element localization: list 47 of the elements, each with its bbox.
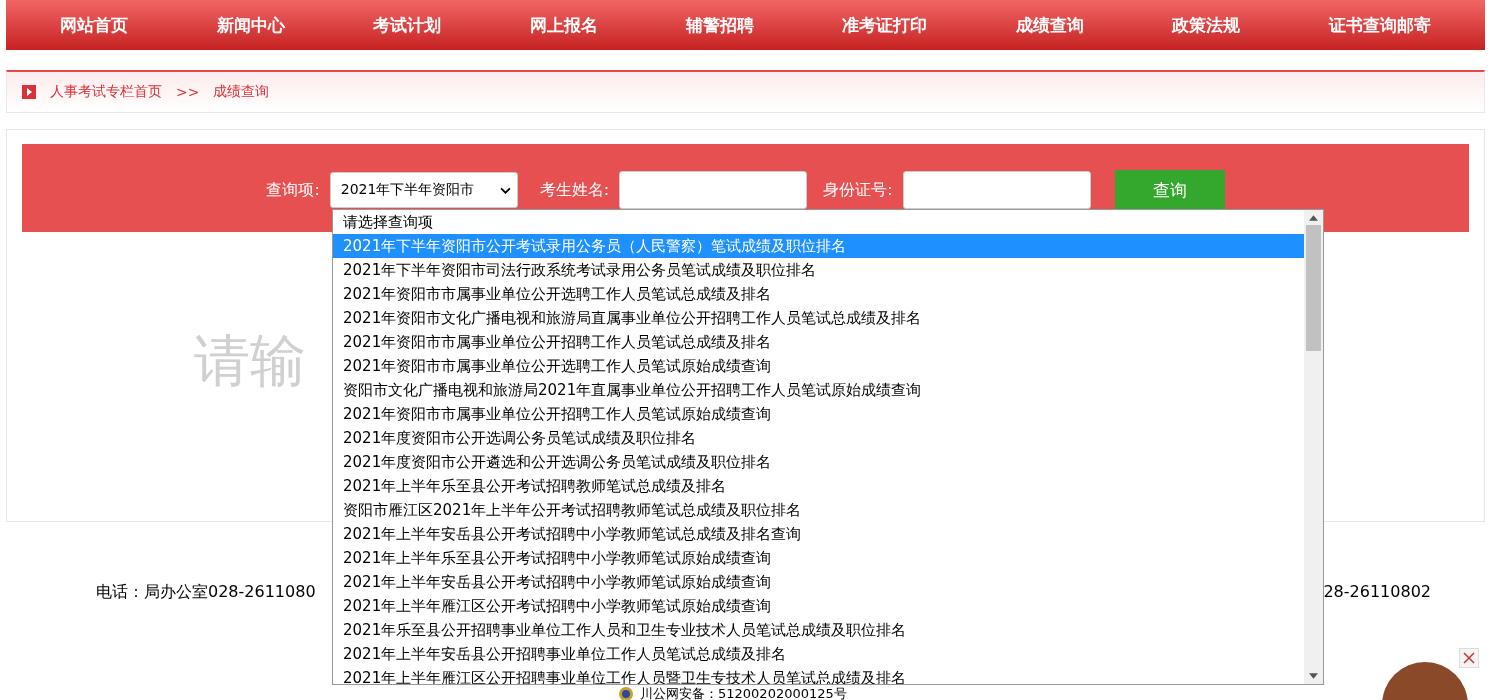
dropdown-option[interactable]: 资阳市文化广播电视和旅游局2021年直属事业单位公开招聘工作人员笔试原始成绩查询 <box>333 378 1304 402</box>
dropdown-option[interactable]: 请选择查询项 <box>333 210 1304 234</box>
dropdown-option[interactable]: 2021年资阳市市属事业单位公开选聘工作人员笔试总成绩及排名 <box>333 282 1304 306</box>
dropdown-option[interactable]: 2021年资阳市市属事业单位公开选聘工作人员笔试原始成绩查询 <box>333 354 1304 378</box>
nav-link[interactable]: 考试计划 <box>373 13 442 37</box>
dropdown-option[interactable]: 2021年资阳市文化广播电视和旅游局直属事业单位公开招聘工作人员笔试总成绩及排名 <box>333 306 1304 330</box>
nav-link[interactable]: 政策法规 <box>1172 13 1241 37</box>
scroll-down-icon[interactable] <box>1309 673 1318 679</box>
breadcrumb-separator: >> <box>176 84 200 100</box>
dropdown-option[interactable]: 2021年上半年安岳县公开考试招聘中小学教师笔试总成绩及排名查询 <box>333 522 1304 546</box>
nav-link[interactable]: 准考证打印 <box>842 13 928 37</box>
record-text: 川公网安备：51200202000125号 <box>640 687 847 700</box>
dropdown-option[interactable]: 2021年度资阳市公开选调公务员笔试成绩及职位排名 <box>333 426 1304 450</box>
scrollbar[interactable] <box>1304 210 1323 684</box>
close-icon[interactable] <box>1459 648 1479 668</box>
dropdown-option[interactable]: 2021年资阳市市属事业单位公开招聘工作人员笔试原始成绩查询 <box>333 402 1304 426</box>
breadcrumb-link[interactable]: 人事考试专栏首页 <box>50 83 162 101</box>
dropdown-option[interactable]: 2021年上半年乐至县公开考试招聘教师笔试总成绩及排名 <box>333 474 1304 498</box>
nav-link[interactable]: 网上报名 <box>529 13 598 37</box>
dropdown-option[interactable]: 资阳市雁江区2021年上半年公开考试招聘教师笔试总成绩及职位排名 <box>333 498 1304 522</box>
nav-link[interactable]: 证书查询邮寄 <box>1328 13 1431 37</box>
dropdown-option[interactable]: 2021年下半年资阳市司法行政系统考试录用公务员笔试成绩及职位排名 <box>333 258 1304 282</box>
id-input[interactable] <box>902 171 1091 209</box>
field-label: 查询项: <box>266 179 320 201</box>
breadcrumb-link[interactable]: 成绩查询 <box>213 83 270 101</box>
phone-text: 电话：局办公室028-2611080 <box>96 582 316 603</box>
play-icon <box>22 85 36 99</box>
dropdown-option[interactable]: 2021年上半年雁江区公开考试招聘中小学教师笔试原始成绩查询 <box>333 594 1304 618</box>
chevron-down-icon <box>499 186 511 194</box>
nav-link[interactable]: 新闻中心 <box>216 13 285 37</box>
scrollbar-thumb[interactable] <box>1306 225 1321 351</box>
query-select[interactable]: 2021年下半年资阳市 <box>329 172 518 208</box>
dropdown-option[interactable]: 2021年上半年安岳县公开考试招聘中小学教师笔试原始成绩查询 <box>333 570 1304 594</box>
scroll-up-icon[interactable] <box>1309 215 1318 221</box>
dropdown-option[interactable]: 2021年上半年乐至县公开考试招聘中小学教师笔试原始成绩查询 <box>333 546 1304 570</box>
dropdown-option[interactable]: 2021年上半年安岳县公开招聘事业单位工作人员笔试总成绩及排名 <box>333 642 1304 666</box>
name-input[interactable] <box>619 171 808 209</box>
dropdown-option[interactable]: 2021年度资阳市公开遴选和公开选调公务员笔试成绩及职位排名 <box>333 450 1304 474</box>
police-badge-icon <box>618 686 634 700</box>
dropdown-option[interactable]: 2021年资阳市市属事业单位公开招聘工作人员笔试总成绩及排名 <box>333 330 1304 354</box>
nav-link[interactable]: 网站首页 <box>60 13 129 37</box>
nav-link[interactable]: 成绩查询 <box>1015 13 1084 37</box>
field-label: 身份证号: <box>823 179 893 201</box>
phone-text: 28-26110802 <box>1323 582 1431 603</box>
nav-link[interactable]: 辅警招聘 <box>685 13 754 37</box>
dropdown-option[interactable]: 2021年乐至县公开招聘事业单位工作人员和卫生专业技术人员笔试总成绩及职位排名 <box>333 618 1304 642</box>
field-label: 考生姓名: <box>539 179 610 201</box>
